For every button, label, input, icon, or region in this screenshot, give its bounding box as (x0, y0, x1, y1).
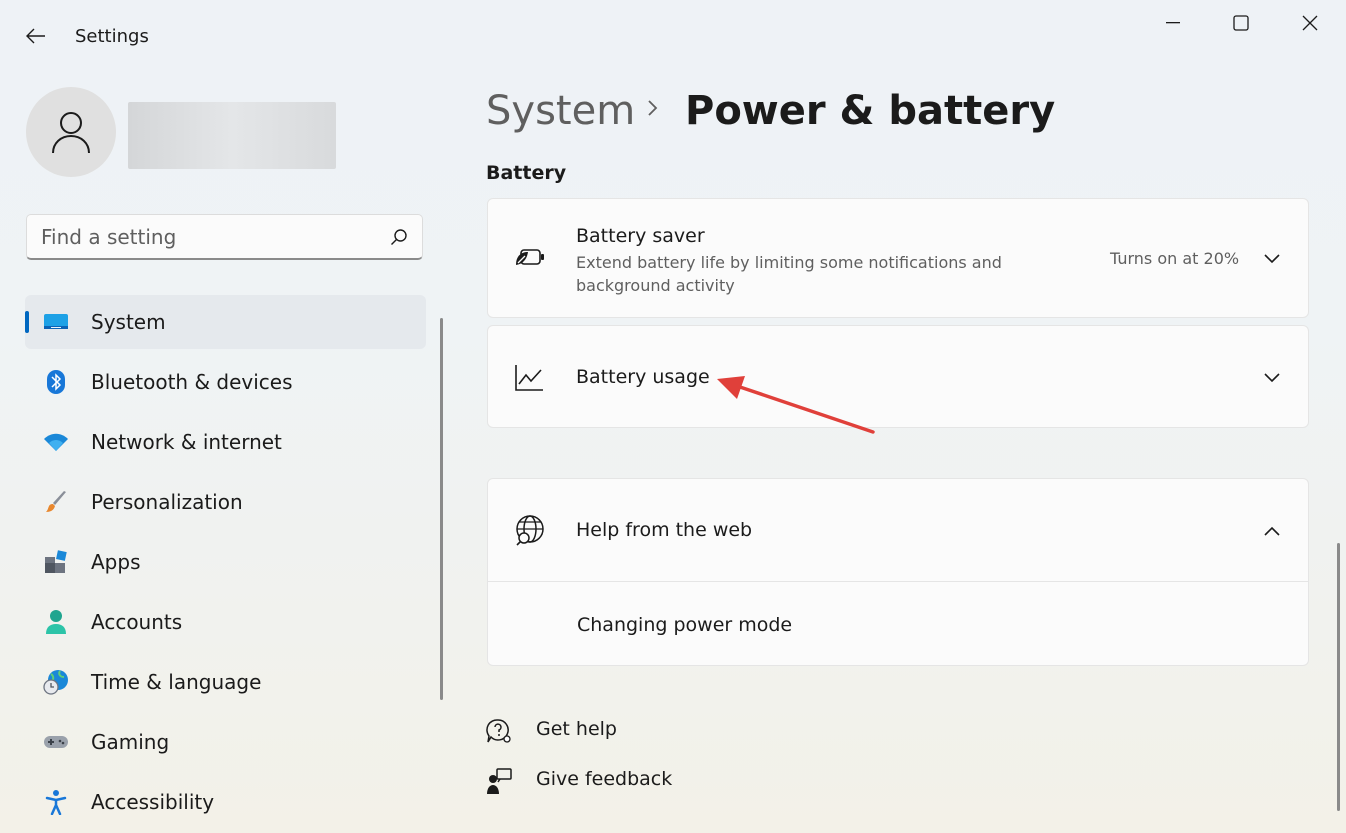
sidebar-item-accessibility[interactable]: Accessibility (25, 775, 426, 829)
battery-saver-description: Extend battery life by limiting some not… (576, 253, 1002, 295)
sidebar-item-network[interactable]: Network & internet (25, 415, 426, 469)
get-help-link[interactable]: Get help (486, 716, 617, 746)
battery-saver-card[interactable]: Battery saver Extend battery life by lim… (487, 198, 1309, 318)
sidebar-item-label: Time & language (91, 670, 262, 694)
sidebar-item-label: System (91, 310, 166, 334)
globe-search-icon (514, 514, 546, 550)
globe-clock-icon (43, 669, 69, 695)
close-button[interactable] (1276, 0, 1344, 46)
sidebar-item-time-language[interactable]: Time & language (25, 655, 426, 709)
back-arrow-icon (26, 28, 45, 44)
sidebar-item-accounts[interactable]: Accounts (25, 595, 426, 649)
system-display-icon (43, 309, 69, 335)
help-from-web-card: Help from the web Changing power mode (487, 478, 1309, 666)
breadcrumb-parent[interactable]: System (486, 88, 635, 134)
annotation-arrow (717, 376, 875, 434)
paintbrush-icon (43, 489, 69, 515)
page-title: Power & battery (685, 88, 1056, 134)
chevron-up-icon (1264, 526, 1280, 536)
collapse-help-button[interactable] (1262, 521, 1282, 541)
bluetooth-icon (43, 369, 69, 395)
profile-name-redacted (128, 102, 336, 169)
battery-saver-status: Turns on at 20% (1110, 249, 1240, 268)
apps-icon (43, 549, 69, 575)
sidebar-item-label: Network & internet (91, 430, 282, 454)
sidebar-item-label: Accessibility (91, 790, 215, 814)
help-from-web-title: Help from the web (576, 519, 753, 541)
chevron-down-icon (1264, 254, 1280, 264)
sidebar-item-label: Bluetooth & devices (91, 370, 293, 394)
line-chart-icon (514, 364, 544, 396)
sidebar-item-apps[interactable]: Apps (25, 535, 426, 589)
feedback-icon (487, 768, 512, 794)
content-scrollbar[interactable] (1337, 543, 1340, 811)
expand-battery-saver-button[interactable] (1262, 249, 1282, 269)
selection-indicator (25, 311, 29, 333)
search-input[interactable] (41, 223, 371, 251)
sidebar-item-label: Apps (91, 550, 141, 574)
sidebar-item-personalization[interactable]: Personalization (25, 475, 426, 529)
sidebar-item-bluetooth[interactable]: Bluetooth & devices (25, 355, 426, 409)
sidebar-item-gaming[interactable]: Gaming (25, 715, 426, 769)
search-box[interactable] (26, 214, 423, 260)
app-title: Settings (75, 26, 149, 47)
minimize-button[interactable] (1139, 0, 1207, 46)
sidebar-item-system[interactable]: System (25, 295, 426, 349)
give-feedback-label: Give feedback (536, 768, 673, 790)
give-feedback-link[interactable]: Give feedback (486, 766, 672, 796)
wifi-icon (43, 429, 69, 455)
chevron-down-icon (1264, 373, 1280, 383)
person-icon (43, 609, 69, 635)
divider (488, 581, 1308, 582)
avatar[interactable] (26, 87, 116, 177)
section-heading: Battery (486, 162, 567, 184)
sidebar-scrollbar[interactable] (440, 318, 443, 700)
sidebar-item-label: Personalization (91, 490, 243, 514)
maximize-icon (1233, 15, 1249, 31)
search-icon[interactable] (390, 228, 408, 246)
gamepad-icon (43, 729, 69, 755)
expand-battery-usage-button[interactable] (1262, 368, 1282, 388)
back-button[interactable] (20, 22, 52, 50)
battery-saver-title: Battery saver (576, 225, 705, 247)
person-icon (52, 112, 90, 154)
get-help-icon (486, 719, 511, 743)
accessibility-icon (43, 789, 69, 815)
battery-usage-title: Battery usage (576, 366, 710, 388)
battery-leaf-icon (514, 245, 546, 273)
battery-usage-card[interactable]: Battery usage (487, 325, 1309, 428)
close-icon (1302, 15, 1318, 31)
sidebar-item-label: Gaming (91, 730, 170, 754)
help-link-changing-power-mode[interactable]: Changing power mode (577, 614, 792, 636)
minimize-icon (1166, 22, 1180, 24)
get-help-label: Get help (536, 718, 617, 740)
sidebar-item-label: Accounts (91, 610, 183, 634)
chevron-right-icon (646, 98, 660, 122)
maximize-button[interactable] (1207, 0, 1275, 46)
